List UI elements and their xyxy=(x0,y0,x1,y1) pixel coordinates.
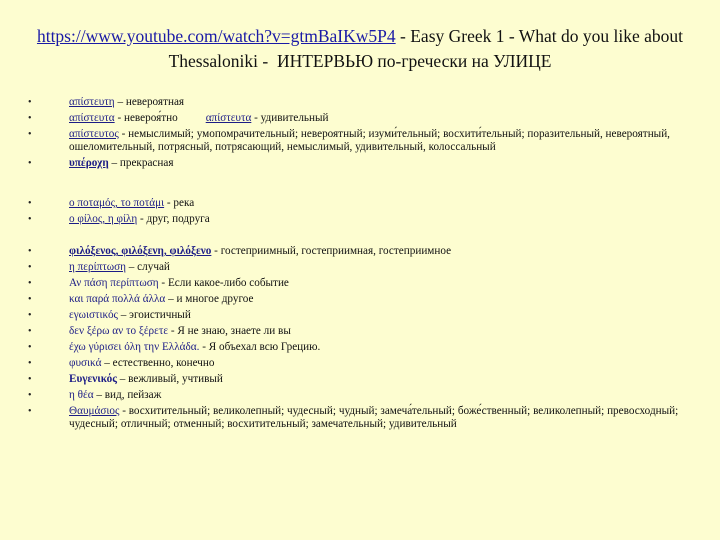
page-title: https://www.youtube.com/watch?v=gtmBaIKw… xyxy=(30,24,690,74)
translation: – вежливый, учтивый xyxy=(116,373,223,385)
translation: - восхитительный; великолепный; чудесный… xyxy=(69,405,679,430)
translation: - Я объехал всю Грецию. xyxy=(199,341,321,353)
greek-term: απίστευτος xyxy=(69,128,119,140)
greek-term: φιλόξενος, φιλόξενη, φιλόξενο xyxy=(69,245,212,257)
vocab-list-phrases: φιλόξενος, φιλόξενη, φιλόξενο - гостепри… xyxy=(28,245,688,434)
greek-term: η θέα xyxy=(69,389,94,401)
list-item: φιλόξενος, φιλόξενη, φιλόξενο - гостепри… xyxy=(28,245,688,258)
list-item: και παρά πολλά άλλα – и многое другое xyxy=(28,293,688,306)
list-item: Θαυμάσιος - восхитительный; великолепный… xyxy=(28,405,688,431)
greek-term: και παρά πολλά άλλα xyxy=(69,293,166,305)
list-item: υπέροχη – прекрасная xyxy=(28,157,688,170)
translation: - Если какое-либо событие xyxy=(158,277,289,289)
list-item: η περίπτωση – случай xyxy=(28,261,688,274)
translation: – эгоистичный xyxy=(117,309,191,321)
greek-term: έχω γύρισει όλη την Ελλάδα. xyxy=(69,341,200,353)
translation: – прекрасная xyxy=(108,157,174,169)
greek-term: Αν πάση περίπτωση xyxy=(69,277,159,289)
greek-term: Θαυμάσιος xyxy=(69,405,120,417)
greek-term: η περίπτωση xyxy=(69,261,126,273)
translation: – случай xyxy=(125,261,170,273)
translation: - немыслимый; умопомрачительный; невероя… xyxy=(69,128,670,153)
vocab-list-nouns: ο ποταμός, το ποτάμι - река ο φίλος, η φ… xyxy=(28,197,688,229)
list-item: εγωιστικός – эгоистичный xyxy=(28,309,688,322)
translation: - друг, подруга xyxy=(137,213,210,225)
list-item: έχω γύρισει όλη την Ελλάδα. - Я объехал … xyxy=(28,341,688,354)
greek-term: δεν ξέρω αν το ξέρετε xyxy=(69,325,169,337)
video-link[interactable]: https://www.youtube.com/watch?v=gtmBaIKw… xyxy=(37,26,396,46)
greek-term: απίστευτα xyxy=(69,112,115,124)
translation: – невероятная xyxy=(114,96,185,108)
list-item: απίστευτος - немыслимый; умопомрачительн… xyxy=(28,128,688,154)
greek-term: εγωιστικός xyxy=(69,309,118,321)
list-item: ο ποταμός, το ποτάμι - река xyxy=(28,197,688,210)
greek-term: ο φίλος, η φίλη xyxy=(69,213,138,225)
greek-term: υπέροχη xyxy=(69,157,109,169)
greek-term-2: απίστευτα xyxy=(205,112,252,124)
greek-term: Ευγενικός xyxy=(69,373,117,385)
translation-2: - удивительный xyxy=(251,112,329,124)
greek-term: απίστευτη xyxy=(69,96,115,108)
list-item: Αν πάση περίπτωση - Если какое-либо собы… xyxy=(28,277,688,290)
greek-term: φυσικά xyxy=(69,357,102,369)
translation: - Я не знаю, знаете ли вы xyxy=(168,325,291,337)
list-item: δεν ξέρω αν το ξέρετε - Я не знаю, знает… xyxy=(28,325,688,338)
list-item: απίστευτη – невероятная xyxy=(28,96,688,109)
list-item: Ευγενικός – вежливый, учтивый xyxy=(28,373,688,386)
translation: - река xyxy=(164,197,195,209)
translation: - невероя́тно xyxy=(114,112,178,124)
list-item: ο φίλος, η φίλη - друг, подруга xyxy=(28,213,688,226)
list-item: η θέα – вид, пейзаж xyxy=(28,389,688,402)
translation: – естественно, конечно xyxy=(101,357,215,369)
greek-term: ο ποταμός, το ποτάμι xyxy=(69,197,165,209)
translation: – вид, пейзаж xyxy=(93,389,162,401)
vocab-list-adjectives: απίστευτη – невероятная απίστευτα - неве… xyxy=(28,96,688,173)
translation: – и многое другое xyxy=(165,293,254,305)
translation: - гостеприимный, гостеприимная, гостепри… xyxy=(211,245,452,257)
list-item: φυσικά – естественно, конечно xyxy=(28,357,688,370)
list-item: απίστευτα - невероя́тноαπίστευτα - удиви… xyxy=(28,112,688,125)
